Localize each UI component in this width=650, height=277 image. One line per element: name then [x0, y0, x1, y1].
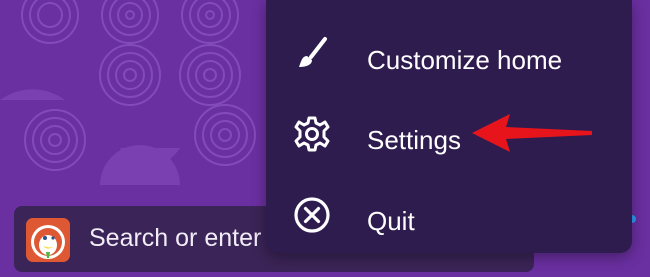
annotation-arrow-icon — [472, 114, 592, 152]
menu-item-quit[interactable]: Quit — [266, 173, 632, 253]
menu-item-customize-home[interactable]: Customize home — [266, 12, 632, 92]
duckduckgo-logo-icon — [26, 218, 70, 262]
close-circle-icon — [292, 195, 332, 235]
menu-item-label: Settings — [367, 125, 461, 155]
menu-item-label: Customize home — [367, 45, 563, 75]
search-placeholder[interactable]: Search or enter . — [89, 224, 275, 253]
gear-icon — [292, 114, 332, 154]
menu-item-label: Quit — [367, 206, 415, 236]
paintbrush-icon — [292, 34, 332, 74]
